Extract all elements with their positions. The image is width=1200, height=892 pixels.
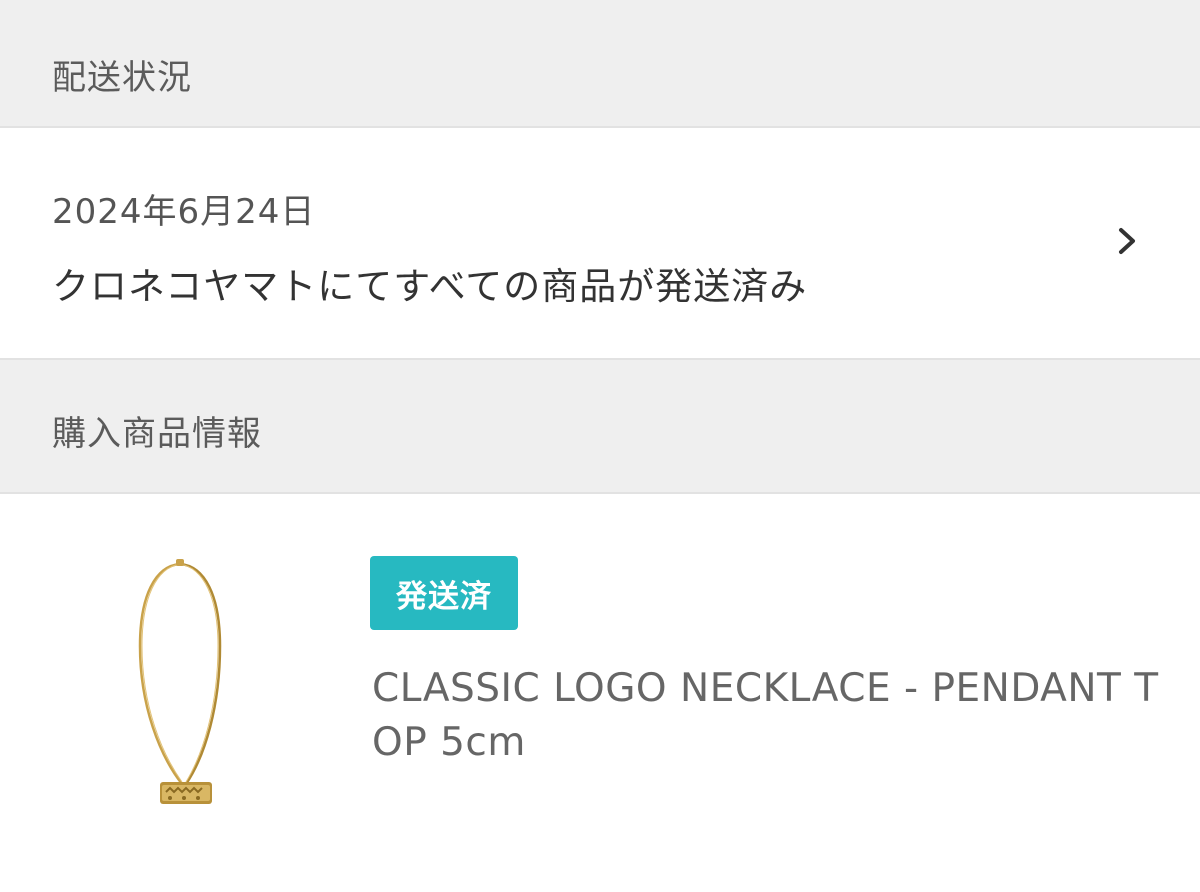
chevron-right-icon[interactable] bbox=[1110, 224, 1144, 258]
necklace-image[interactable] bbox=[120, 556, 250, 816]
shipping-message: クロネコヤマトにてすべての商品が発送済み bbox=[52, 265, 808, 308]
shipping-status-header: 配送状況 bbox=[0, 0, 1200, 128]
shipped-status-badge: 発送済 bbox=[370, 556, 518, 630]
shipping-status-row[interactable]: 2024年6月24日 クロネコヤマトにてすべての商品が発送済み bbox=[0, 128, 1200, 358]
purchase-info-title: 購入商品情報 bbox=[52, 414, 262, 454]
product-name[interactable]: CLASSIC LOGO NECKLACE - PENDANT TOP 5cm bbox=[372, 662, 1162, 770]
product-item[interactable]: 発送済 CLASSIC LOGO NECKLACE - PENDANT TOP … bbox=[0, 494, 1200, 886]
shipping-status-title: 配送状況 bbox=[52, 58, 192, 98]
purchase-info-header: 購入商品情報 bbox=[0, 358, 1200, 494]
shipping-date: 2024年6月24日 bbox=[52, 192, 316, 232]
